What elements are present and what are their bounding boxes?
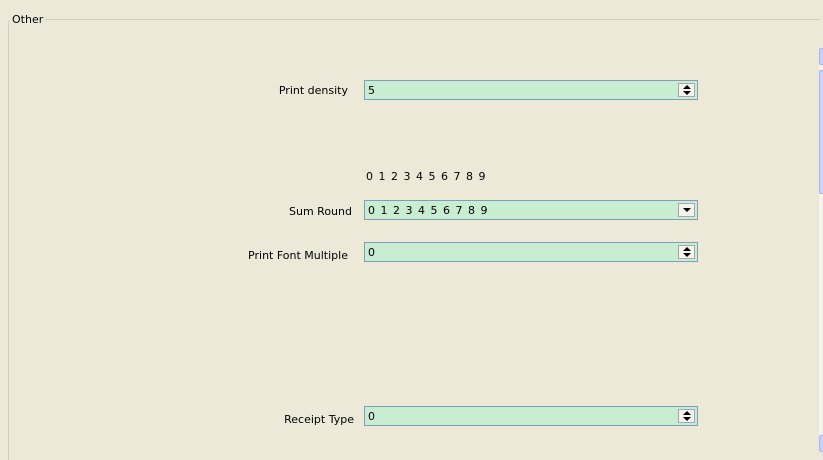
print-density-label: Print density — [278, 84, 348, 97]
sum-round-value: 0 1 2 3 4 5 6 7 8 9 — [368, 204, 489, 217]
dropdown-arrow-icon[interactable] — [678, 203, 695, 217]
scroll-up-icon[interactable] — [819, 48, 823, 65]
receipt-type-label: Receipt Type — [284, 413, 354, 426]
scroll-down-icon[interactable] — [819, 435, 823, 452]
spinner-icon[interactable] — [678, 245, 695, 259]
receipt-type-value: 0 — [368, 410, 375, 423]
print-density-value: 5 — [368, 84, 375, 97]
print-font-multiple-label: Print Font Multiple — [248, 249, 348, 262]
group-title: Other — [10, 13, 46, 26]
print-density-spinner[interactable]: 5 — [364, 80, 698, 100]
spinner-icon[interactable] — [678, 409, 695, 423]
print-font-multiple-value: 0 — [368, 246, 375, 259]
vertical-scrollbar[interactable] — [819, 48, 823, 452]
sum-round-label: Sum Round — [289, 205, 352, 218]
sum-round-scale: 0 1 2 3 4 5 6 7 8 9 — [366, 170, 487, 183]
scroll-thumb[interactable] — [819, 70, 823, 194]
sum-round-dropdown[interactable]: 0 1 2 3 4 5 6 7 8 9 — [364, 200, 698, 220]
spinner-icon[interactable] — [678, 83, 695, 97]
receipt-type-spinner[interactable]: 0 — [364, 406, 698, 426]
print-font-multiple-spinner[interactable]: 0 — [364, 242, 698, 262]
